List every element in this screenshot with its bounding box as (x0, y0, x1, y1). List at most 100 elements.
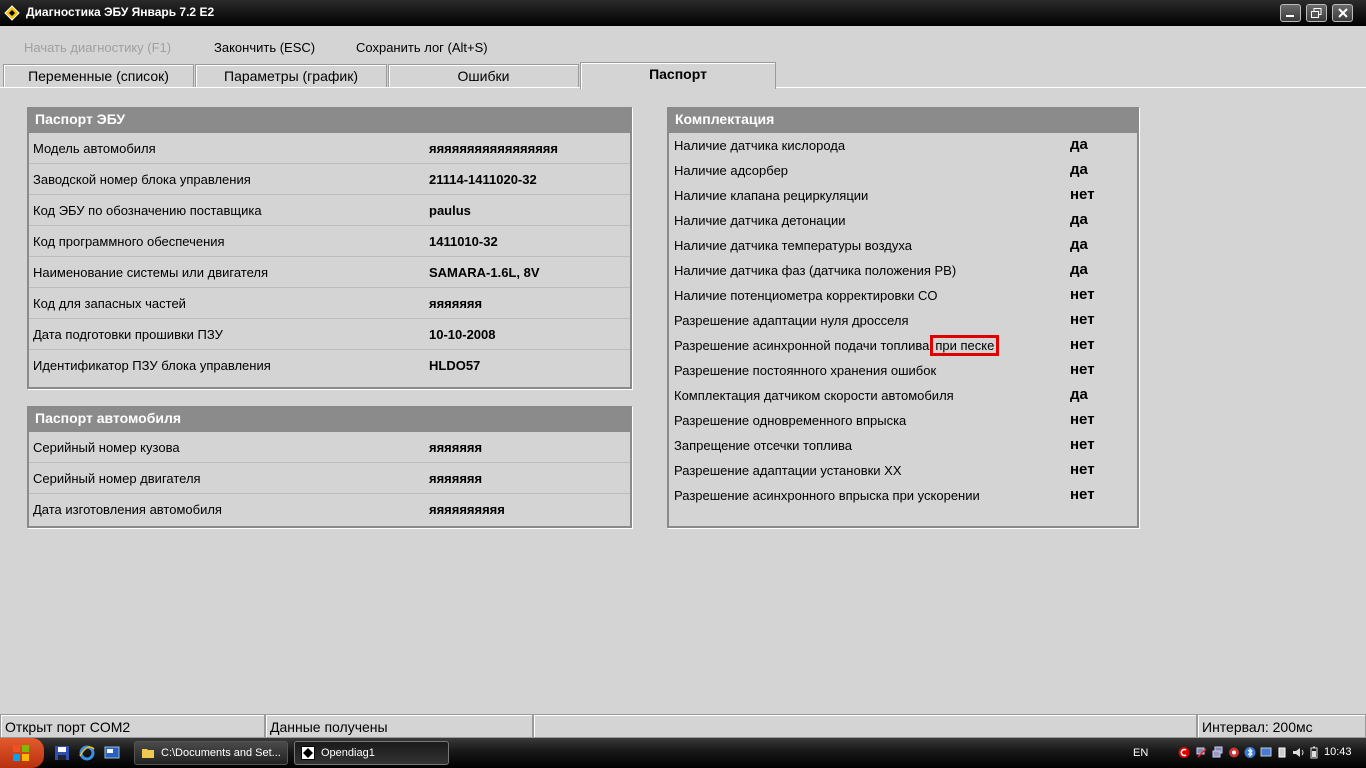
car-passport-row-value: яяяяяяяяяя (429, 502, 505, 517)
equipment-panel: Комплектация Наличие датчика кислорода да… (667, 107, 1139, 528)
ecu-passport-row-label: Идентификатор ПЗУ блока управления (33, 358, 271, 373)
usb-tray-icon[interactable] (1276, 746, 1288, 759)
equipment-row-label-text: Наличие датчика кислорода (674, 138, 846, 153)
language-indicator[interactable]: EN (1133, 747, 1148, 759)
network2-tray-icon[interactable] (1212, 746, 1224, 759)
equipment-row: Разрешение одновременного впрыска нет (669, 408, 1137, 433)
volume-tray-icon[interactable] (1292, 746, 1304, 759)
window-title: Диагностика ЭБУ Январь 7.2 E2 (26, 5, 215, 19)
windows-logo-icon (13, 745, 29, 761)
equipment-row-label-text: Разрешение адаптации нуля дросселя (674, 313, 909, 328)
equipment-row: Разрешение асинхронной подачи топлива при… (669, 333, 1137, 358)
status-port: Открыт порт COM2 (0, 714, 265, 738)
car-passport-row-label: Дата изготовления автомобиля (33, 502, 222, 517)
minimize-button[interactable] (1280, 4, 1301, 22)
status-interval: Интервал: 200мс (1197, 714, 1366, 738)
car-passport-row: Серийный номер кузова яяяяяяя (29, 432, 630, 463)
ecu-passport-row-value: paulus (429, 203, 471, 218)
equipment-row-label-text: Разрешение асинхронного впрыска при уско… (674, 488, 980, 503)
equipment-row: Запрещение отсечки топлива нет (669, 433, 1137, 458)
security-tray-icon[interactable] (1228, 746, 1240, 759)
equipment-row-label: Наличие адсорбер (674, 163, 788, 178)
equipment-row-value: да (1070, 136, 1088, 153)
close-button[interactable] (1332, 4, 1353, 22)
finish-menu[interactable]: Закончить (ESC) (214, 40, 315, 55)
equipment-row-label-text: Разрешение одновременного впрыска (674, 413, 907, 428)
task-opendiag[interactable]: Opendiag1 (294, 741, 449, 765)
ecu-passport-row: Модель автомобиля яяяяяяяяяяяяяяяяя (29, 133, 630, 164)
equipment-row-label-text: Запрещение отсечки топлива (674, 438, 852, 453)
equipment-row-label: Наличие датчика детонации (674, 213, 845, 228)
equipment-row: Наличие датчика температуры воздуха да (669, 233, 1137, 258)
taskbar: C:\Documents and Set... Opendiag1 EN 10:… (0, 738, 1366, 768)
ecu-passport-row-label: Код программного обеспечения (33, 234, 225, 249)
ecu-passport-title: Паспорт ЭБУ (29, 109, 630, 133)
equipment-row: Наличие адсорбер да (669, 158, 1137, 183)
tab-variables[interactable]: Переменные (список) (3, 64, 194, 87)
app-logo-icon (4, 5, 20, 21)
equipment-row: Наличие потенциометра корректировки CO не… (669, 283, 1137, 308)
network-tray-icon[interactable] (1196, 746, 1208, 759)
ecu-passport-rows: Модель автомобиля яяяяяяяяяяяяяяяяя Заводс… (29, 133, 630, 381)
equipment-row-label-text: Разрешение адаптации установки XX (674, 463, 902, 478)
equipment-row: Наличие датчика детонации да (669, 208, 1137, 233)
minimize-icon (1286, 15, 1294, 17)
ecu-passport-row-label: Дата подготовки прошивки ПЗУ (33, 327, 223, 342)
car-passport-title: Паспорт автомобиля (29, 408, 630, 432)
equipment-row-label-text: Разрешение постоянного хранения ошибок (674, 363, 937, 378)
antivirus-tray-icon[interactable] (1178, 746, 1190, 759)
equipment-row-label-text: Наличие адсорбер (674, 163, 789, 178)
task-documents-folder[interactable]: C:\Documents and Set... (134, 741, 288, 765)
clock[interactable]: 10:43 (1324, 746, 1352, 758)
ecu-passport-row: Наименование системы или двигателя SAMARA… (29, 257, 630, 288)
equipment-row-value: нет (1070, 436, 1095, 453)
internet-explorer-icon[interactable] (79, 745, 95, 761)
ecu-passport-row-label: Код ЭБУ по обозначению поставщика (33, 203, 262, 218)
equipment-row-value: да (1070, 386, 1088, 403)
ecu-passport-row-value: HLDO57 (429, 358, 481, 373)
equipment-row-label: Наличие датчика фаз (датчика положения Р… (674, 263, 956, 278)
ecu-passport-row: Код программного обеспечения 1411010-32 (29, 226, 630, 257)
show-desktop-icon[interactable] (104, 745, 120, 761)
bluetooth-tray-icon[interactable] (1244, 746, 1256, 759)
equipment-row: Наличие датчика фаз (датчика положения Р… (669, 258, 1137, 283)
start-diagnostics-menu[interactable]: Начать диагностику (F1) (24, 40, 171, 55)
car-passport-rows: Серийный номер кузова яяяяяяя Серийный ном… (29, 432, 630, 525)
tab-parameters[interactable]: Параметры (график) (195, 64, 387, 87)
ecu-passport-row-value: 10-10-2008 (429, 327, 496, 342)
equipment-row-value: нет (1070, 461, 1095, 478)
equipment-row-label-text: Наличие потенциометра корректировки CO (674, 288, 938, 303)
equipment-row-value: да (1070, 161, 1088, 178)
task-documents-label: C:\Documents and Set... (161, 747, 281, 759)
ecu-passport-row-value: яяяяяяяяяяяяяяяяя (429, 141, 558, 156)
save-quicklaunch-icon[interactable] (54, 745, 70, 761)
tab-passport[interactable]: Паспорт (580, 62, 776, 89)
equipment-row: Разрешение адаптации установки XX нет (669, 458, 1137, 483)
ecu-passport-row-label: Заводской номер блока управления (33, 172, 251, 187)
car-passport-row-label: Серийный номер кузова (33, 440, 180, 455)
highlighted-annotation: при песке (930, 335, 1000, 356)
opendiag-app-icon (301, 746, 315, 760)
status-empty (533, 714, 1197, 738)
car-passport-row-value: яяяяяяя (429, 471, 483, 486)
equipment-row-value: да (1070, 211, 1088, 228)
tab-errors[interactable]: Ошибки (388, 64, 579, 87)
equipment-row: Наличие датчика кислорода да (669, 133, 1137, 158)
battery-tray-icon[interactable] (1308, 746, 1320, 759)
ecu-passport-row-label: Код для запасных частей (33, 296, 186, 311)
equipment-row-value: нет (1070, 411, 1095, 428)
equipment-row-label: Разрешение постоянного хранения ошибок (674, 363, 936, 378)
ecu-passport-row-label: Модель автомобиля (33, 141, 156, 156)
equipment-row-value: нет (1070, 361, 1095, 378)
equipment-row-value: нет (1070, 336, 1095, 353)
equipment-row-label-text: Наличие датчика температуры воздуха (674, 238, 912, 253)
car-passport-panel: Паспорт автомобиля Серийный номер кузова… (27, 406, 632, 528)
display-tray-icon[interactable] (1260, 746, 1272, 759)
equipment-row-label: Разрешение асинхронного впрыска при уско… (674, 488, 980, 503)
start-button[interactable] (0, 738, 44, 768)
equipment-row-label-text: Наличие датчика детонации (674, 213, 846, 228)
equipment-rows: Наличие датчика кислорода да Наличие адсор… (669, 133, 1137, 508)
maximize-button[interactable] (1306, 4, 1327, 22)
equipment-row-label-text: Комплектация датчиком скорости автомобил… (674, 388, 954, 403)
save-log-menu[interactable]: Сохранить лог (Alt+S) (356, 40, 488, 55)
